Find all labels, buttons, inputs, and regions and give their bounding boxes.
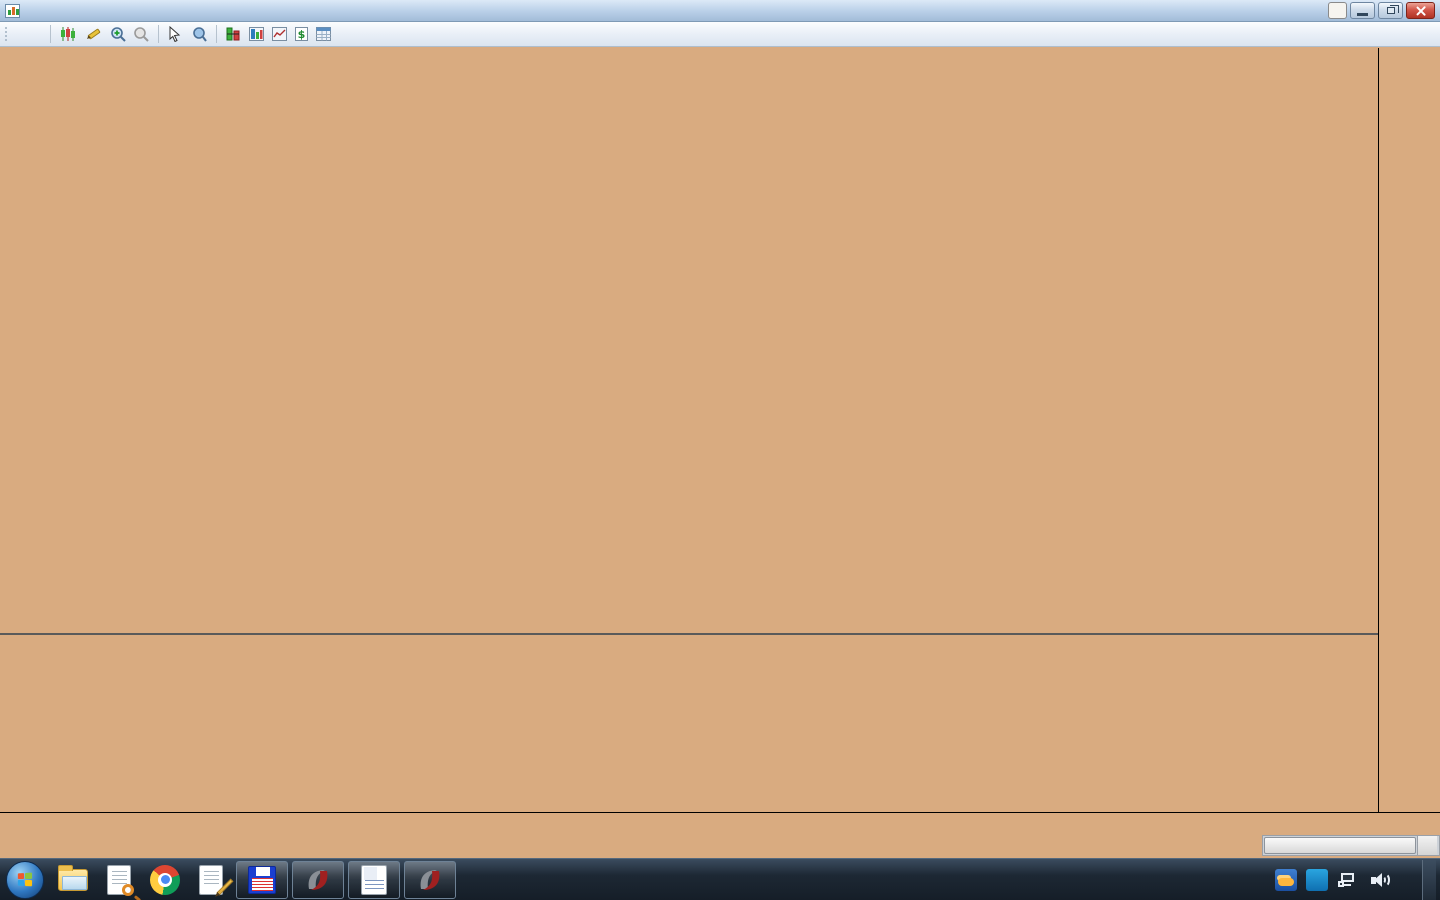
floppy-disk-icon: [248, 866, 276, 894]
folder-icon: [58, 869, 88, 891]
system-tray: [1257, 860, 1440, 900]
chart-trader-icon: [225, 26, 242, 42]
desktop: $: [0, 0, 1440, 900]
close-icon: [1415, 5, 1426, 16]
toolbar: $: [0, 22, 1440, 47]
taskbar-item-ninjatrader-1[interactable]: [292, 861, 344, 899]
chart-trader-button[interactable]: [222, 24, 245, 44]
app-chart-icon: [5, 4, 20, 18]
indicator-parameters-text: [5, 52, 1378, 67]
magnifier-icon: [191, 26, 208, 42]
time-axis[interactable]: [0, 812, 1440, 858]
show-desktop-button[interactable]: [1422, 860, 1436, 900]
toolbar-grip[interactable]: [4, 26, 9, 43]
candlestick-icon: [59, 26, 77, 42]
cursor-icon: [167, 26, 183, 42]
taskbar-item-ninjatrader-2[interactable]: [404, 861, 456, 899]
price-axis[interactable]: [1378, 48, 1440, 836]
skype-icon[interactable]: [1306, 869, 1328, 891]
taskbar-item-explorer[interactable]: [50, 861, 96, 899]
ninjatrader-icon: [415, 865, 445, 895]
account-button[interactable]: $: [291, 24, 312, 44]
taskbar-item-notepad[interactable]: [188, 861, 234, 899]
taskbar-item-floppy-app[interactable]: [236, 861, 288, 899]
pencil-icon: [85, 26, 102, 42]
speaker-icon[interactable]: [1368, 869, 1390, 891]
restore-icon: [1387, 7, 1395, 14]
data-box-button[interactable]: [188, 24, 211, 44]
chrome-icon: [150, 865, 180, 895]
document-icon: [107, 865, 131, 895]
draw-tool-button[interactable]: [82, 24, 107, 44]
windows-logo-icon: [18, 872, 33, 887]
chart-region: [0, 47, 1440, 858]
scrollbar-right-arrow[interactable]: [1417, 836, 1437, 855]
spreadsheet-icon: [315, 26, 332, 42]
market-analyzer-button[interactable]: [245, 24, 268, 44]
market-analyzer-icon: [248, 26, 265, 42]
interval-dropdown[interactable]: [29, 31, 45, 37]
minimize-button[interactable]: [1350, 2, 1375, 19]
link-button[interactable]: [1328, 2, 1347, 19]
main-price-chart[interactable]: [0, 48, 1378, 633]
instrument-dropdown[interactable]: [13, 31, 29, 37]
magnifier-icon: [122, 884, 134, 896]
zoom-out-button[interactable]: [130, 24, 153, 44]
zoom-in-icon: [110, 26, 127, 42]
notepad-icon: [199, 865, 223, 895]
lower-indicator-panel[interactable]: [0, 637, 1378, 812]
cursor-tool-button[interactable]: [164, 24, 188, 44]
panel-splitter[interactable]: [0, 633, 1378, 635]
start-button[interactable]: [6, 861, 44, 899]
grid-window-button[interactable]: [312, 24, 335, 44]
scrollbar-thumb[interactable]: [1264, 837, 1416, 854]
chart-horizontal-scrollbar[interactable]: [1262, 835, 1440, 856]
network-icon[interactable]: [1337, 869, 1359, 891]
minimize-icon: [1357, 13, 1368, 16]
zoom-in-button[interactable]: [107, 24, 130, 44]
chart-window-button[interactable]: [268, 24, 291, 44]
taskbar-item-chrome[interactable]: [142, 861, 188, 899]
pencil-icon: [217, 878, 234, 895]
taskbar-item-search-document[interactable]: [96, 861, 142, 899]
word-document-icon: [361, 865, 387, 895]
restore-button[interactable]: [1378, 2, 1403, 19]
cloud-app-icon[interactable]: [1275, 869, 1297, 891]
zoom-out-icon: [133, 26, 150, 42]
taskbar-item-word-document[interactable]: [348, 861, 400, 899]
taskbar: [0, 858, 1440, 900]
line-chart-icon: [271, 26, 288, 42]
ninjatrader-icon: [303, 865, 333, 895]
close-button[interactable]: [1406, 2, 1435, 19]
dollar-icon: $: [294, 26, 309, 42]
svg-text:$: $: [298, 28, 306, 41]
titlebar[interactable]: [0, 0, 1440, 22]
chart-style-button[interactable]: [56, 24, 82, 44]
